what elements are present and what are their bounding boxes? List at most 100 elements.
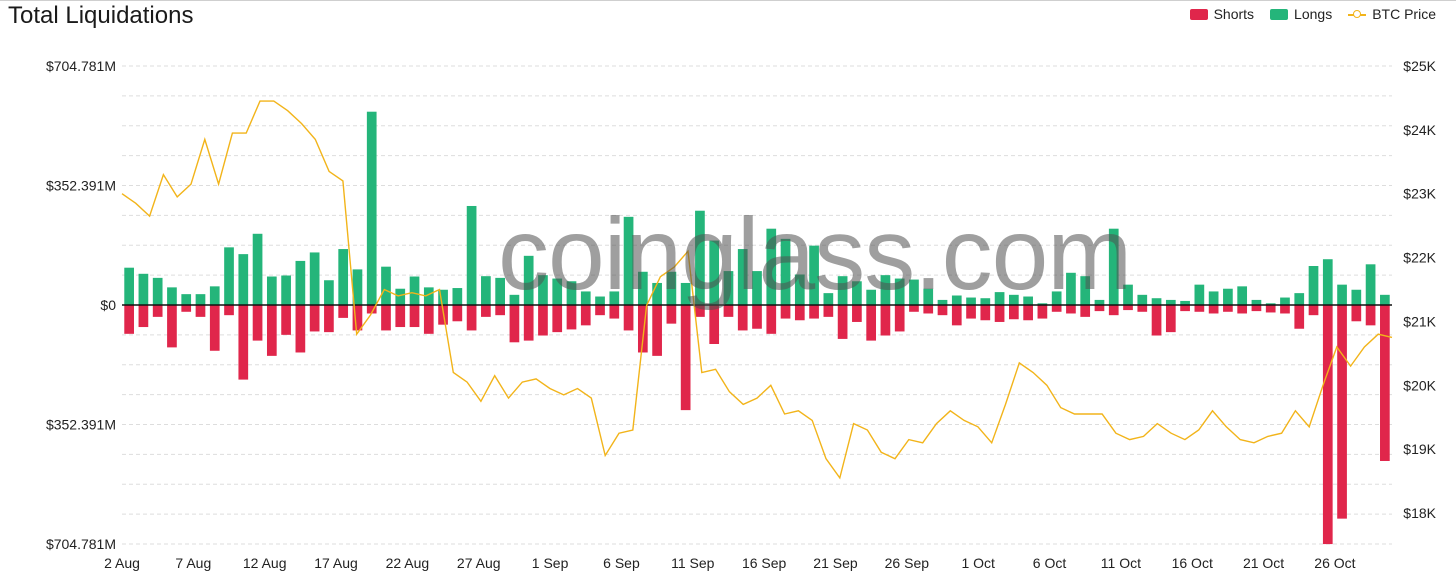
shorts-bar (709, 305, 720, 344)
longs-bar (224, 247, 234, 305)
shorts-bar (1180, 305, 1190, 312)
x-tick-label: 16 Oct (1172, 555, 1213, 571)
longs-bar (1237, 286, 1248, 305)
x-tick-label: 11 Sep (671, 555, 715, 571)
longs-bar (937, 299, 948, 305)
shorts-bar (281, 305, 291, 335)
y-right-tick-label: $21K (1403, 313, 1436, 329)
shorts-bar (837, 305, 848, 339)
y-right-tick-label: $24K (1403, 122, 1436, 138)
shorts-bar (409, 305, 420, 328)
longs-bar (1123, 284, 1133, 305)
x-tick-label: 27 Aug (457, 555, 501, 571)
shorts-bar (766, 305, 777, 334)
shorts-bar (1280, 305, 1290, 314)
shorts-bar (309, 305, 320, 332)
longs-bar (894, 278, 905, 305)
longs-bar (1151, 298, 1162, 305)
y-left-tick-label: $704.781M (46, 58, 116, 74)
shorts-bar (623, 305, 634, 331)
shorts-bar (1151, 305, 1162, 336)
shorts-bar (966, 305, 976, 319)
longs-bar (295, 260, 306, 305)
shorts-bar (852, 305, 862, 322)
longs-bar (181, 294, 192, 305)
shorts-bar (509, 305, 520, 343)
longs-bar (138, 273, 149, 305)
shorts-bar (1351, 305, 1362, 322)
longs-bar (338, 249, 349, 305)
shorts-bar (809, 305, 819, 319)
longs-bar (909, 279, 919, 305)
shorts-bar (1066, 305, 1076, 314)
longs-bar (1094, 299, 1105, 305)
shorts-bar (1108, 305, 1119, 316)
x-tick-label: 26 Sep (885, 555, 930, 571)
longs-bar (495, 277, 505, 305)
shorts-bar (152, 305, 163, 317)
x-tick-label: 16 Sep (742, 555, 787, 571)
shorts-bar (552, 305, 563, 333)
longs-bar (1066, 272, 1076, 305)
shorts-bar (338, 305, 349, 318)
shorts-bar (181, 305, 192, 312)
shorts-bar (609, 305, 620, 319)
y-left-tick-label: $352.391M (46, 417, 116, 433)
shorts-bar (994, 305, 1005, 322)
shorts-bar (1265, 305, 1276, 313)
longs-bar (966, 297, 976, 305)
longs-bar (1208, 291, 1219, 305)
x-tick-label: 21 Oct (1243, 555, 1284, 571)
longs-bar (595, 296, 605, 305)
y-left-tick-label: $352.391M (46, 178, 116, 194)
longs-bar (1337, 284, 1347, 305)
longs-bar (252, 233, 263, 305)
shorts-bar (723, 305, 734, 317)
shorts-bar (1223, 305, 1233, 312)
longs-bar (366, 111, 377, 306)
longs-bar (481, 276, 491, 305)
longs-bar (809, 245, 819, 305)
x-tick-label: 6 Sep (603, 555, 640, 571)
shorts-bar (666, 305, 677, 324)
shorts-bar (866, 305, 877, 341)
longs-bar (324, 280, 334, 305)
shorts-bar (951, 305, 962, 326)
shorts-bar (894, 305, 905, 332)
shorts-bar (238, 305, 249, 380)
longs-bar (609, 291, 620, 305)
longs-bar (124, 267, 134, 305)
longs-bar (623, 216, 634, 305)
shorts-bar (580, 305, 591, 326)
longs-bar (709, 240, 720, 305)
longs-bar (923, 288, 934, 305)
shorts-bar (1080, 305, 1091, 317)
x-tick-label: 2 Aug (104, 555, 140, 571)
longs-bar (737, 249, 748, 305)
shorts-bar (695, 305, 705, 317)
shorts-bar (1251, 305, 1262, 312)
y-left-tick-label: $0 (100, 297, 116, 313)
longs-bar (381, 266, 391, 305)
shorts-bar (652, 305, 662, 356)
longs-bar (652, 282, 662, 305)
shorts-bar (538, 305, 548, 336)
shorts-bar (566, 305, 577, 330)
longs-bar (1137, 294, 1148, 305)
shorts-bar (1308, 305, 1319, 316)
x-tick-label: 7 Aug (175, 555, 211, 571)
longs-bar (1294, 293, 1305, 305)
longs-bar (880, 275, 891, 305)
longs-bar (852, 281, 862, 305)
shorts-bar (466, 305, 477, 331)
longs-bar (1051, 291, 1062, 305)
x-tick-label: 26 Oct (1314, 555, 1355, 571)
shorts-bar (1294, 305, 1305, 329)
longs-bar (152, 277, 163, 305)
longs-bar (1080, 276, 1091, 305)
x-tick-label: 12 Aug (243, 555, 287, 571)
shorts-bar (595, 305, 605, 316)
shorts-bar (880, 305, 891, 336)
shorts-bar (495, 305, 505, 316)
shorts-bar (295, 305, 306, 353)
